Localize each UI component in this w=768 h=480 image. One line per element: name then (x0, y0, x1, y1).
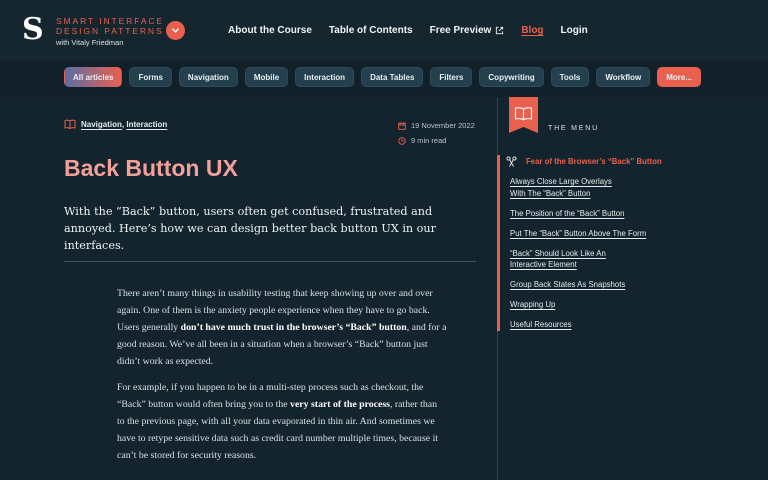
article-meta: 19 November 2022 9 min read (398, 118, 475, 148)
tag-interaction-link[interactable]: Interaction (126, 120, 167, 129)
publish-date: 19 November 2022 (411, 121, 475, 130)
paragraph-2: For example, if you happen to be in a mu… (117, 379, 447, 464)
article-body: There aren’t many things in usability te… (117, 285, 447, 473)
brand-line-1: SMART INTERFACE (56, 16, 165, 26)
book-icon (64, 119, 76, 129)
toc-item-current[interactable]: Fear of the Browser’s “Back” Button (506, 156, 690, 168)
toc-item-useful-resources[interactable]: Useful Resources (510, 319, 690, 331)
category-more-button[interactable]: More... (657, 67, 702, 87)
nav-free-preview-label: Free Preview (429, 25, 492, 36)
category-copywriting[interactable]: Copywriting (479, 67, 544, 87)
toc-item-wrapping-up[interactable]: Wrapping Up (510, 299, 690, 311)
nav-free-preview[interactable]: Free Preview (430, 25, 505, 36)
article-lead: With the “Back” button, users often get … (64, 205, 436, 252)
category-data-tables[interactable]: Data Tables (361, 67, 424, 87)
divider (64, 261, 476, 262)
brand-author: with Vitaly Friedman (56, 38, 124, 47)
paragraph-1: There aren’t many things in usability te… (117, 285, 447, 370)
toc-item-above-form[interactable]: Put The “Back” Button Above The Form (510, 228, 690, 240)
clock-icon (398, 136, 406, 145)
page-title: Back Button UX (64, 155, 238, 181)
toc-item-interactive-element[interactable]: “Back” Should Look Like An Interactive E… (510, 248, 610, 271)
chevron-down-icon (172, 28, 179, 33)
menu-book-icon (509, 97, 538, 133)
read-time: 9 min read (411, 136, 447, 145)
scissors-icon (506, 156, 517, 167)
paragraph-2-bold: very start of the process (290, 399, 390, 410)
sidebar-heading: THE MENU (548, 125, 599, 132)
logo-icon[interactable]: S (22, 15, 48, 45)
toc-item-label: Fear of the Browser’s “Back” Button (526, 157, 662, 166)
site-header: S SMART INTERFACE DESIGN PATTERNS with V… (0, 0, 768, 60)
nav-table-of-contents[interactable]: Table of Contents (329, 25, 413, 36)
category-interaction[interactable]: Interaction (295, 67, 355, 87)
category-all-articles[interactable]: All articles (64, 67, 123, 87)
paragraph-1-bold: don’t have much trust in the browser’s “… (180, 322, 407, 333)
calendar-icon (398, 121, 406, 130)
brand-menu-toggle[interactable] (166, 21, 185, 40)
nav-login[interactable]: Login (561, 25, 588, 36)
category-tools[interactable]: Tools (550, 67, 590, 87)
category-mobile[interactable]: Mobile (244, 67, 289, 87)
nav-about-course[interactable]: About the Course (228, 25, 312, 36)
table-of-contents: Fear of the Browser’s “Back” Button Alwa… (506, 156, 690, 339)
toc-item-position[interactable]: The Position of the “Back” Button (510, 208, 690, 220)
external-link-icon (496, 26, 504, 35)
category-workflow[interactable]: Workflow (596, 67, 651, 87)
toc-item-snapshots[interactable]: Group Back States As Snapshots (510, 279, 690, 291)
brand-line-2: DESIGN PATTERNS (56, 26, 164, 36)
category-forms[interactable]: Forms (129, 67, 172, 87)
tag-navigation-link[interactable]: Navigation (81, 120, 122, 129)
toc-item-close-overlays[interactable]: Always Close Large Overlays With The “Ba… (510, 176, 625, 199)
category-filters[interactable]: Filters (430, 67, 473, 87)
brand-name[interactable]: SMART INTERFACE DESIGN PATTERNS with Vit… (56, 16, 164, 48)
category-list: All articles Forms Navigation Mobile Int… (64, 67, 702, 87)
category-navigation[interactable]: Navigation (178, 67, 238, 87)
article-tags: Navigation , Interaction (64, 119, 167, 129)
main-nav: About the Course Table of Contents Free … (228, 25, 605, 36)
toc-progress-bar (497, 155, 500, 331)
tag-separator: , (121, 119, 125, 129)
nav-blog[interactable]: Blog (521, 25, 543, 36)
